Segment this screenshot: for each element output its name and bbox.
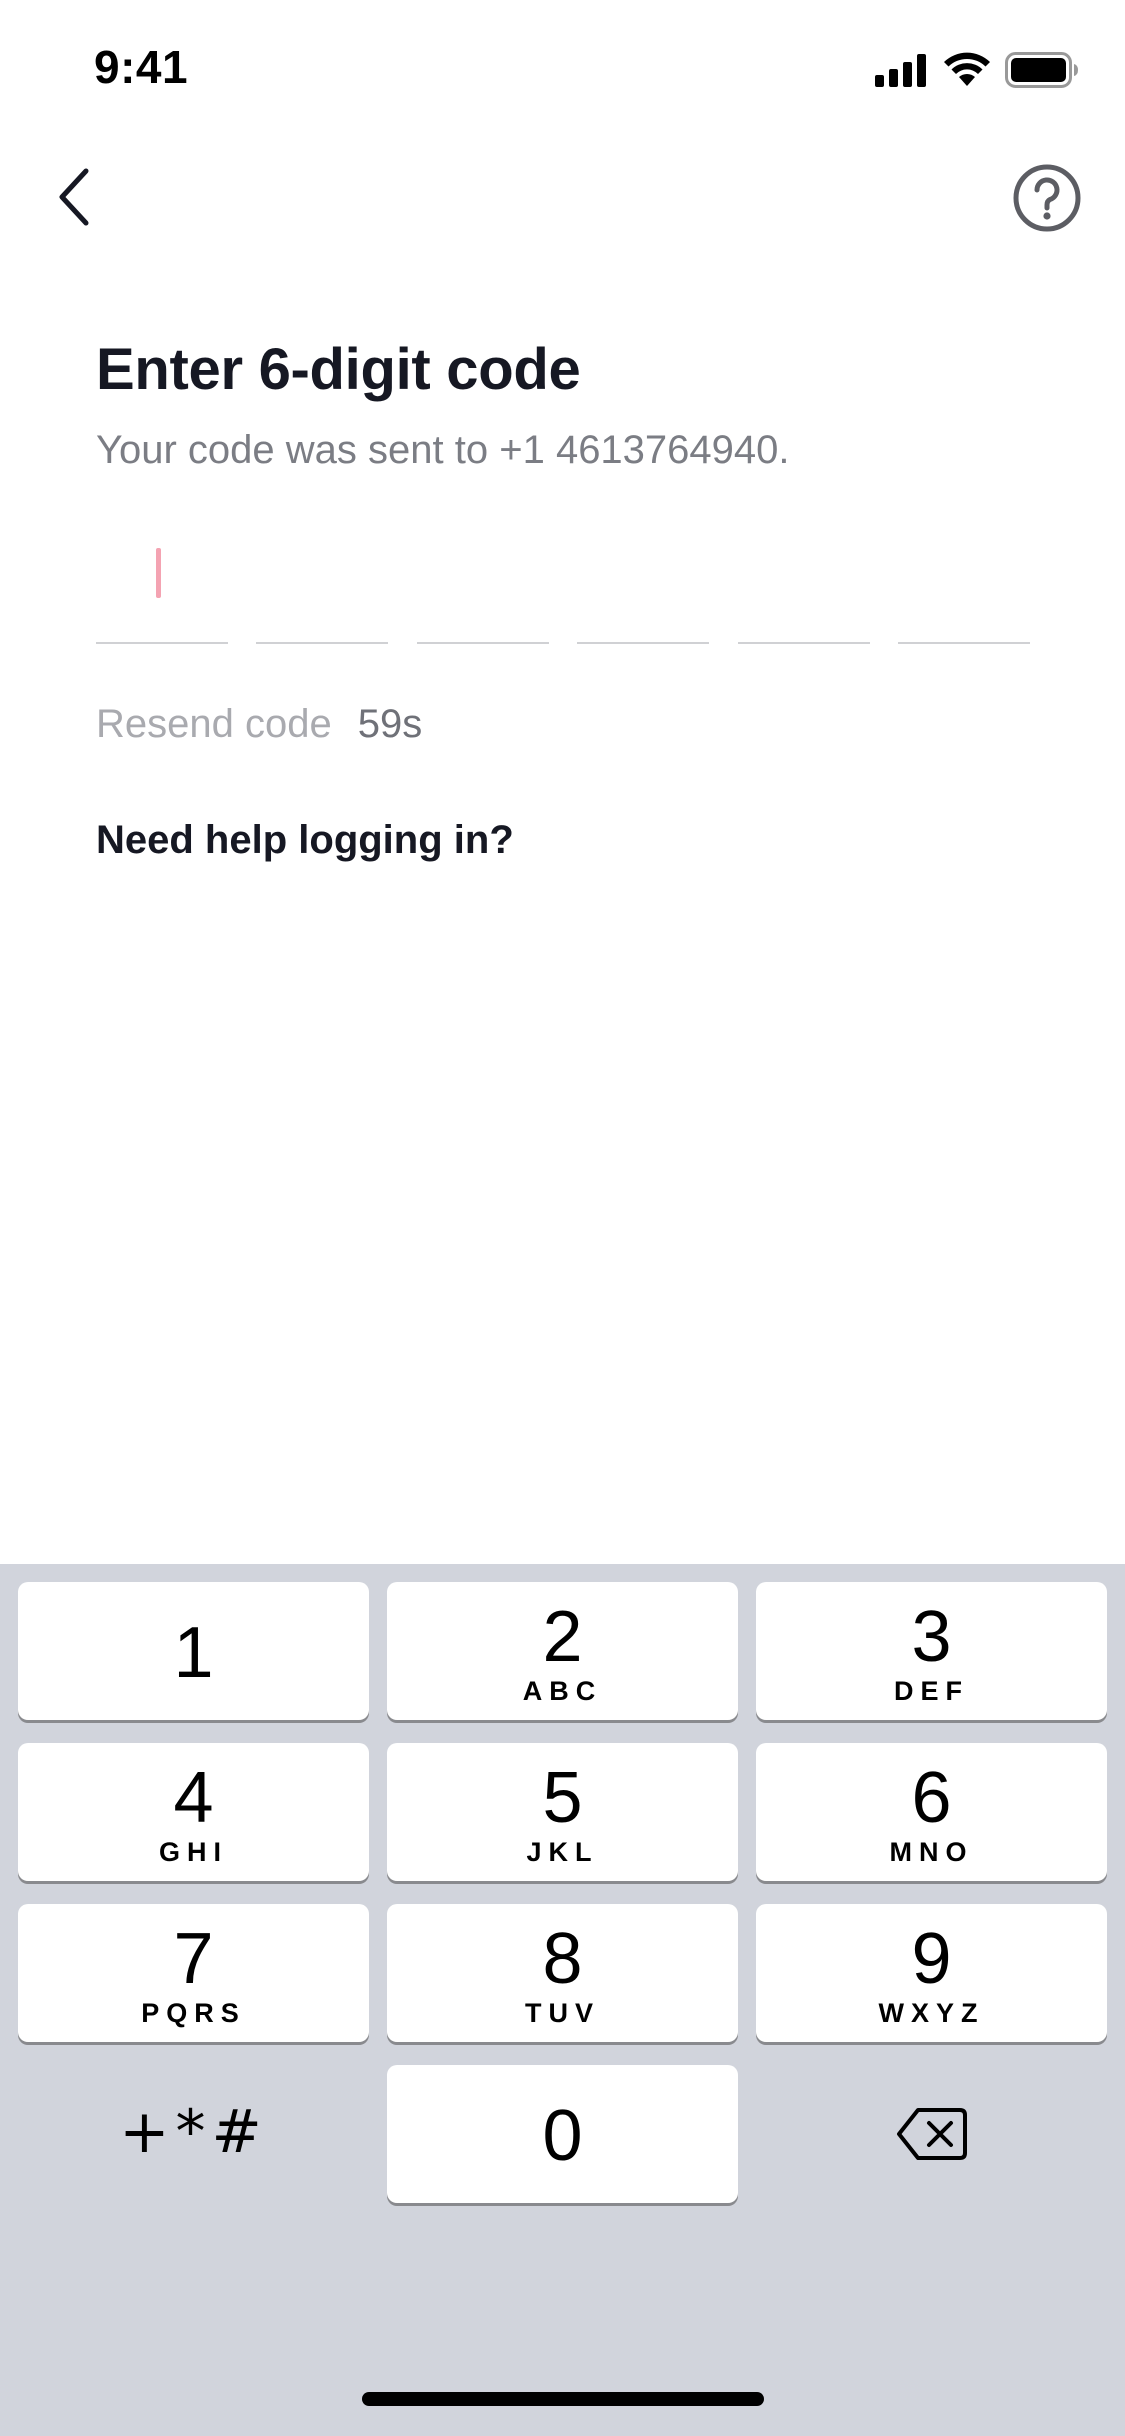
key-3[interactable]: 3 DEF	[756, 1582, 1107, 1720]
resend-countdown: 59s	[357, 702, 423, 746]
backspace-icon	[896, 2108, 967, 2160]
code-digit-cell-4[interactable]	[577, 520, 710, 644]
resend-code-button[interactable]: Resend code	[96, 702, 332, 747]
key-4[interactable]: 4 GHI	[18, 1743, 369, 1881]
key-digit: 3	[911, 1597, 952, 1677]
numeric-keyboard: 1 2 ABC 3 DEF 4 GHI 5 JKL 6 MNO 7 PQRS 8	[0, 1564, 1125, 2436]
code-input[interactable]	[96, 520, 1030, 644]
key-digit: 1	[173, 1613, 214, 1693]
wifi-icon	[944, 52, 990, 86]
key-digit: 9	[911, 1919, 952, 1999]
key-2[interactable]: 2 ABC	[387, 1582, 738, 1720]
status-icons	[875, 50, 1079, 90]
code-digit-cell-1[interactable]	[96, 520, 228, 644]
resend-row: Resend code 59s	[96, 702, 422, 747]
key-digit: 8	[542, 1919, 583, 1999]
code-sent-subtitle: Your code was sent to +1 4613764940.	[96, 428, 790, 472]
verification-screen: 9:41 Enter 6-digit code Your code was se…	[0, 0, 1125, 2436]
key-letters: GHI	[158, 1837, 228, 1867]
back-button[interactable]	[44, 160, 104, 234]
key-0[interactable]: 0	[387, 2065, 738, 2203]
question-circle-icon	[1013, 164, 1081, 232]
key-digit: 2	[542, 1597, 583, 1677]
code-digit-cell-2[interactable]	[256, 520, 389, 644]
key-letters: MNO	[889, 1837, 974, 1867]
need-help-link[interactable]: Need help logging in?	[96, 818, 514, 863]
key-digit: 0	[542, 2096, 583, 2176]
key-8[interactable]: 8 TUV	[387, 1904, 738, 2042]
symbols-key[interactable]: +*#	[18, 2063, 369, 2201]
status-time: 9:41	[94, 41, 189, 93]
status-bar: 9:41	[0, 0, 1125, 132]
code-digit-cell-6[interactable]	[897, 520, 1030, 644]
delete-key[interactable]	[756, 2065, 1107, 2203]
help-button[interactable]	[1011, 162, 1083, 234]
battery-icon	[1005, 52, 1078, 88]
key-1[interactable]: 1	[18, 1582, 369, 1720]
symbols-label: +*#	[119, 2097, 268, 2167]
key-7[interactable]: 7 PQRS	[18, 1904, 369, 2042]
key-5[interactable]: 5 JKL	[387, 1743, 738, 1881]
home-indicator	[362, 2392, 764, 2406]
key-digit: 6	[911, 1758, 952, 1838]
key-letters: DEF	[894, 1676, 969, 1706]
code-digit-cell-5[interactable]	[737, 520, 870, 644]
chevron-left-icon	[59, 168, 89, 226]
key-letters: WXYZ	[878, 1998, 985, 2028]
key-6[interactable]: 6 MNO	[756, 1743, 1107, 1881]
key-letters: TUV	[525, 1998, 600, 2028]
cellular-signal-icon	[875, 54, 926, 87]
key-9[interactable]: 9 WXYZ	[756, 1904, 1107, 2042]
key-letters: ABC	[522, 1676, 603, 1706]
page-title: Enter 6-digit code	[96, 337, 581, 402]
key-digit: 4	[173, 1758, 214, 1838]
text-caret	[156, 548, 161, 598]
key-letters: JKL	[526, 1837, 599, 1867]
key-digit: 5	[542, 1758, 583, 1838]
key-digit: 7	[173, 1919, 214, 1999]
key-letters: PQRS	[141, 1998, 246, 2028]
code-digit-cell-3[interactable]	[416, 520, 549, 644]
